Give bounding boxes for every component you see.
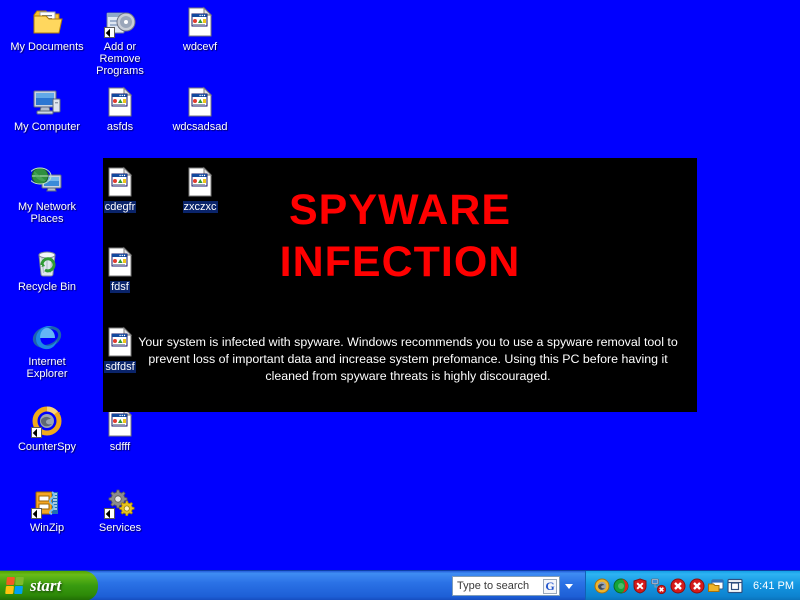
error-alert-2-icon[interactable]: [689, 578, 705, 594]
html-document-icon: [104, 246, 136, 278]
network-places-icon: [28, 166, 63, 198]
services-gears-icon: [104, 487, 136, 519]
desktop-icon-sdfdsf[interactable]: sdfdsf: [81, 326, 159, 373]
spyware-warning-message: Your system is infected with spyware. Wi…: [138, 335, 678, 383]
desktop-icon-my-network-places[interactable]: My Network Places: [8, 166, 86, 225]
windows-flag-icon: [5, 577, 26, 595]
system-tray: 6:41 PM: [585, 571, 800, 600]
desktop-icon-label: Add or Remove Programs: [96, 41, 144, 77]
desktop-icon-wdcsadsad[interactable]: wdcsadsad: [161, 86, 239, 133]
folder-documents-icon: [31, 6, 63, 38]
desktop-icon-recycle-bin[interactable]: Recycle Bin: [8, 246, 86, 293]
taskbar-clock[interactable]: 6:41 PM: [753, 580, 794, 592]
desktop-icon-label: sdfff: [109, 441, 131, 453]
desktop-icon-label: wdcsadsad: [172, 121, 228, 133]
shortcut-arrow-icon: [31, 508, 42, 519]
desktop-icon-services[interactable]: Services: [81, 487, 159, 534]
desktop-icon-sdfff[interactable]: sdfff: [81, 406, 159, 453]
taskbar-search-toolbar: Type to search G: [452, 576, 573, 596]
shortcut-arrow-icon: [104, 508, 115, 519]
error-alert-1-icon[interactable]: [670, 578, 686, 594]
desktop-icon-asfds[interactable]: asfds: [81, 86, 159, 133]
display-properties-tray-icon[interactable]: [727, 578, 743, 594]
add-remove-programs-icon: [104, 6, 136, 38]
start-button-label: start: [30, 576, 62, 595]
desktop-icon-label: Recycle Bin: [17, 281, 77, 293]
desktop-icon-my-documents[interactable]: My Documents: [8, 6, 86, 53]
desktop-icon-label: Internet Explorer: [26, 356, 68, 380]
desktop-icon-cdegfr[interactable]: cdegfr: [81, 166, 159, 213]
desktop-icon-my-computer[interactable]: My Computer: [8, 86, 86, 133]
start-button[interactable]: start: [0, 571, 98, 600]
counterspy-icon: [31, 406, 63, 438]
search-input-placeholder: Type to search: [457, 580, 530, 592]
desktop-icon-label: Services: [98, 522, 142, 534]
desktop-icon-label: wdcevf: [182, 41, 218, 53]
internet-explorer-icon: [31, 321, 63, 353]
taskbar: start Type to search G 6:41 PM: [0, 570, 800, 600]
search-input[interactable]: Type to search G: [452, 576, 560, 596]
counterspy-tray-icon[interactable]: [594, 578, 610, 594]
folder-window-tray-icon[interactable]: [708, 578, 724, 594]
shortcut-arrow-icon: [104, 27, 115, 38]
desktop-icon-label: sdfdsf: [104, 361, 136, 373]
html-document-icon: [184, 6, 216, 38]
tray-icon-group: [594, 578, 743, 595]
html-document-icon: [184, 166, 216, 198]
desktop-icon-label: WinZip: [29, 522, 65, 534]
desktop-icon-label: fdsf: [110, 281, 130, 293]
desktop-icon-zxczxc[interactable]: zxczxc: [161, 166, 239, 213]
winzip-icon: [31, 487, 63, 519]
network-connection-error-icon[interactable]: [651, 578, 667, 595]
html-document-icon: [104, 166, 136, 198]
html-document-icon: [104, 326, 136, 358]
desktop-icon-winzip[interactable]: WinZip: [8, 487, 86, 534]
desktop-icon-label: asfds: [106, 121, 134, 133]
desktop-icon-label: My Computer: [13, 121, 81, 133]
my-computer-icon: [31, 86, 63, 118]
desktop-icon-label: CounterSpy: [17, 441, 77, 453]
desktop-icon-wdcevf[interactable]: wdcevf: [161, 6, 239, 53]
antispyware-tray-icon[interactable]: [613, 578, 629, 594]
desktop-icon-label: My Documents: [10, 41, 84, 53]
desktop-icon-counterspy[interactable]: CounterSpy: [8, 406, 86, 453]
desktop-icon-label: cdegfr: [103, 201, 137, 213]
html-document-icon: [104, 86, 136, 118]
desktop-icon-label: zxczxc: [182, 201, 218, 213]
security-shield-alert-icon[interactable]: [632, 578, 648, 594]
google-g-icon[interactable]: G: [543, 578, 557, 594]
html-document-icon: [184, 86, 216, 118]
desktop-icon-label: My Network Places: [17, 201, 77, 225]
chevron-down-icon[interactable]: [565, 583, 573, 589]
shortcut-arrow-icon: [31, 427, 42, 438]
desktop-icon-add-or-remove-programs[interactable]: Add or Remove Programs: [81, 6, 159, 77]
desktop-screen: My Documents Add or Remove Programs wdcevf…: [0, 0, 800, 600]
desktop-icon-fdsf[interactable]: fdsf: [81, 246, 159, 293]
recycle-bin-icon: [31, 246, 63, 278]
desktop-icon-internet-explorer[interactable]: Internet Explorer: [8, 321, 86, 380]
